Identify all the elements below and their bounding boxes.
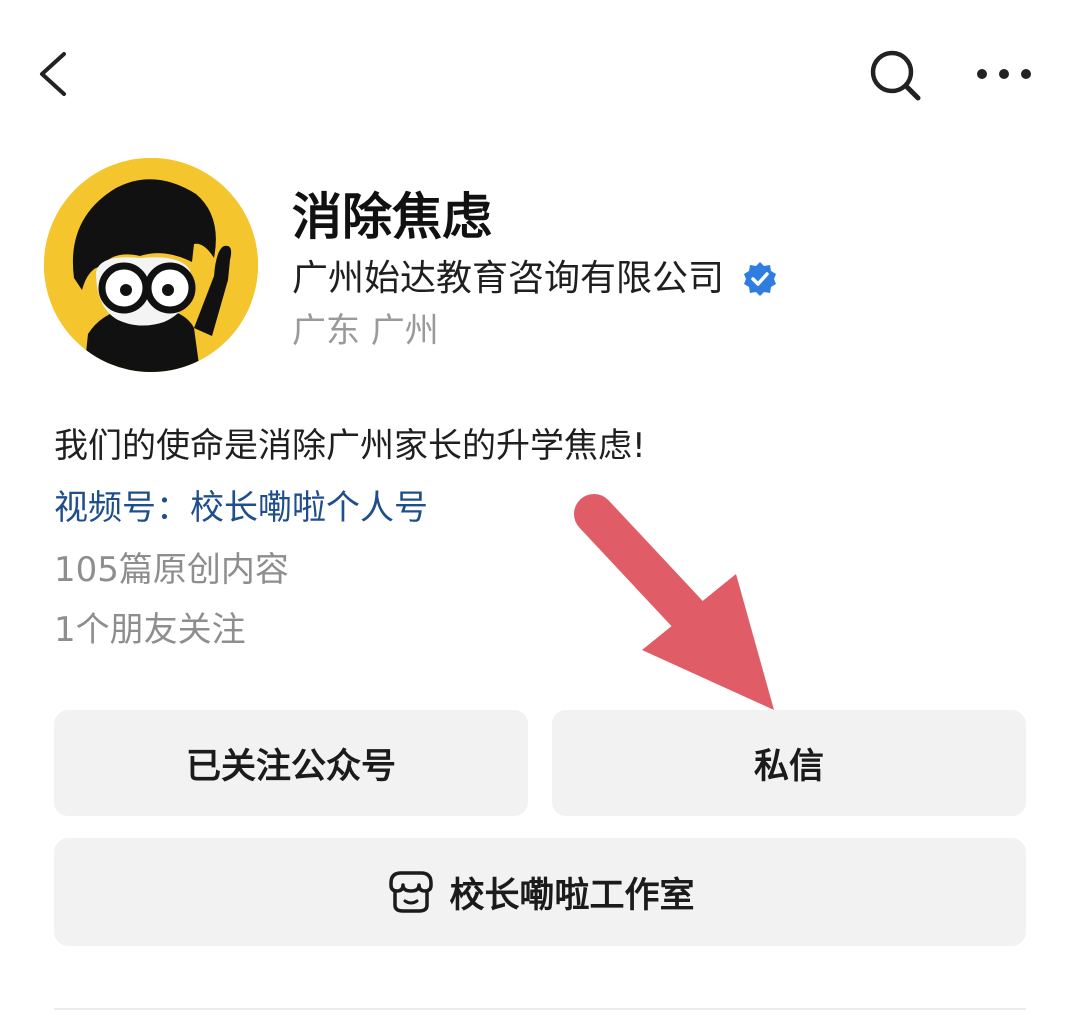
divider (54, 1008, 1026, 1010)
followed-account-label: 已关注公众号 (185, 746, 396, 787)
friends-following[interactable]: 1个朋友关注 (54, 604, 246, 656)
studio-button[interactable]: 校长嘞啦工作室 (54, 838, 1026, 946)
chevron-left-icon (40, 52, 66, 96)
location: 广东 广州 (292, 311, 439, 351)
followed-account-button[interactable]: 已关注公众号 (54, 710, 528, 816)
search-icon (870, 50, 921, 101)
studio-label: 校长嘞啦工作室 (449, 875, 695, 916)
avatar-illustration (44, 158, 258, 372)
avatar[interactable] (44, 158, 258, 372)
annotation-arrow-icon (560, 488, 800, 728)
company-name: 广州始达教育咨询有限公司 (292, 258, 725, 299)
original-content-count: 105篇原创内容 (54, 550, 289, 590)
company-row: 广州始达教育咨询有限公司 (292, 254, 778, 304)
search-button[interactable] (862, 42, 928, 108)
bio-description: 我们的使命是消除广州家长的升学焦虑! (54, 426, 646, 466)
more-dots-icon (977, 69, 1031, 79)
verified-badge-icon (742, 261, 778, 297)
more-button[interactable] (968, 52, 1040, 96)
shop-icon (385, 869, 437, 915)
channel-link[interactable]: 视频号：校长嘞啦个人号 (54, 482, 428, 534)
message-label: 私信 (753, 746, 824, 787)
message-button[interactable]: 私信 (552, 710, 1026, 816)
account-name: 消除焦虑 (292, 188, 492, 246)
back-button[interactable] (30, 46, 86, 102)
